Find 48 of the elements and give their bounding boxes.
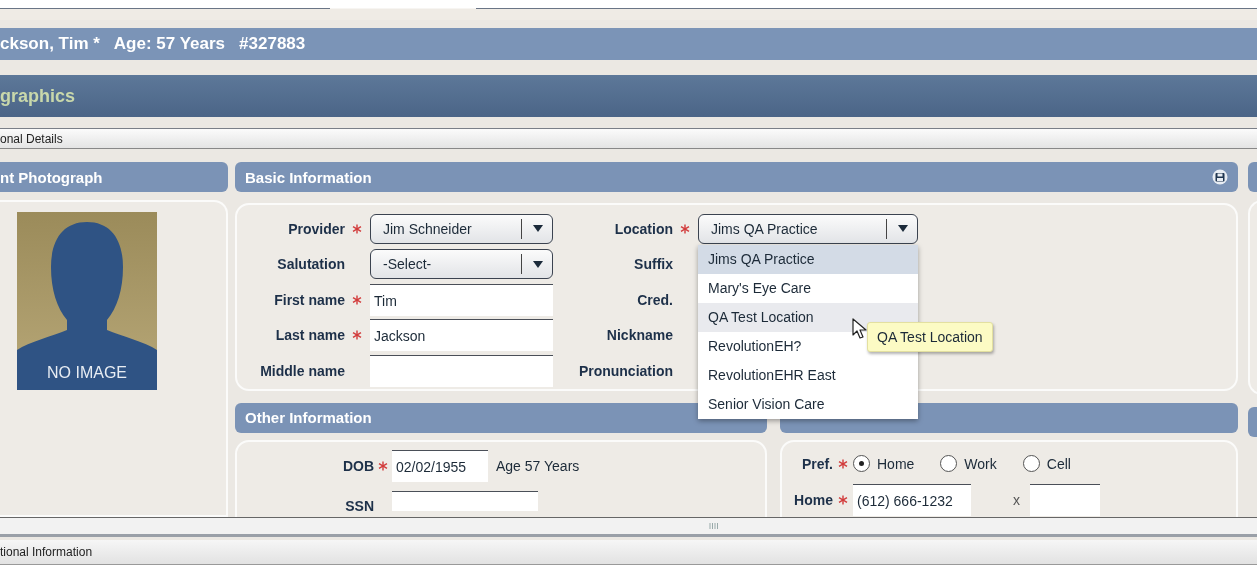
radio-label: Work xyxy=(964,455,997,472)
caret-icon xyxy=(898,225,908,233)
dropdown-option[interactable]: QA Test Location xyxy=(698,302,918,332)
input-field[interactable] xyxy=(392,490,538,511)
field-label: Nickname xyxy=(605,327,674,344)
tooltip: QA Test Location xyxy=(867,321,993,352)
field-label: Suffix xyxy=(633,256,674,273)
dropdown-option[interactable]: Jims QA Practice xyxy=(698,244,918,274)
dropdown-option[interactable]: Mary's Eye Care xyxy=(698,273,918,303)
panel-title: Basic Information xyxy=(245,168,372,186)
subsection-title: onal Details xyxy=(0,131,63,146)
age-text: Age 57 Years xyxy=(496,457,580,474)
input-field[interactable]: 02/02/1955 xyxy=(392,449,488,482)
field-label: Middle name xyxy=(259,362,346,379)
select-field[interactable]: Jim Schneider xyxy=(370,213,553,244)
caret-icon xyxy=(533,260,543,268)
input-field[interactable] xyxy=(370,354,553,387)
input-field[interactable]: Tim xyxy=(370,283,553,316)
panel-title: nt Photograph xyxy=(0,168,103,186)
field-label: SSN xyxy=(344,497,375,514)
radio-button[interactable] xyxy=(1022,455,1040,472)
caret-icon xyxy=(533,225,543,233)
radio-button[interactable] xyxy=(940,455,958,472)
dropdown-option[interactable]: Senior Vision Care xyxy=(698,389,918,419)
radio-label: Cell xyxy=(1046,455,1071,472)
input-field[interactable] xyxy=(1030,483,1100,516)
field-label: Pronunciation xyxy=(577,362,674,379)
dropdown-option[interactable]: RevolutionEHR East xyxy=(698,360,918,390)
field-label: x xyxy=(1013,491,1020,508)
grip-icon xyxy=(708,523,719,529)
record-number: #327883 xyxy=(239,34,306,54)
panel-title: Other Information xyxy=(245,409,372,426)
patient-name: ckson, Tim * xyxy=(0,34,100,54)
splitter-bar[interactable] xyxy=(0,517,1257,537)
input-field[interactable]: (612) 666-1232 xyxy=(853,483,971,516)
section-title: graphics xyxy=(0,85,76,107)
input-field[interactable]: Jackson xyxy=(370,319,553,352)
radio-button[interactable] xyxy=(853,455,870,472)
save-icon[interactable] xyxy=(1212,169,1228,185)
field-label: Cred. xyxy=(636,291,674,308)
select-field[interactable]: -Select- xyxy=(370,249,553,280)
patient-age: Age: 57 Years xyxy=(113,34,226,54)
radio-label: Home xyxy=(877,455,915,472)
collapsed-section-bar[interactable]: tional Information xyxy=(0,540,1257,565)
photo-caption: NO IMAGE xyxy=(46,364,128,382)
field-label: Salutation xyxy=(276,256,346,273)
cursor-icon xyxy=(852,317,868,340)
section-title: tional Information xyxy=(0,545,93,559)
